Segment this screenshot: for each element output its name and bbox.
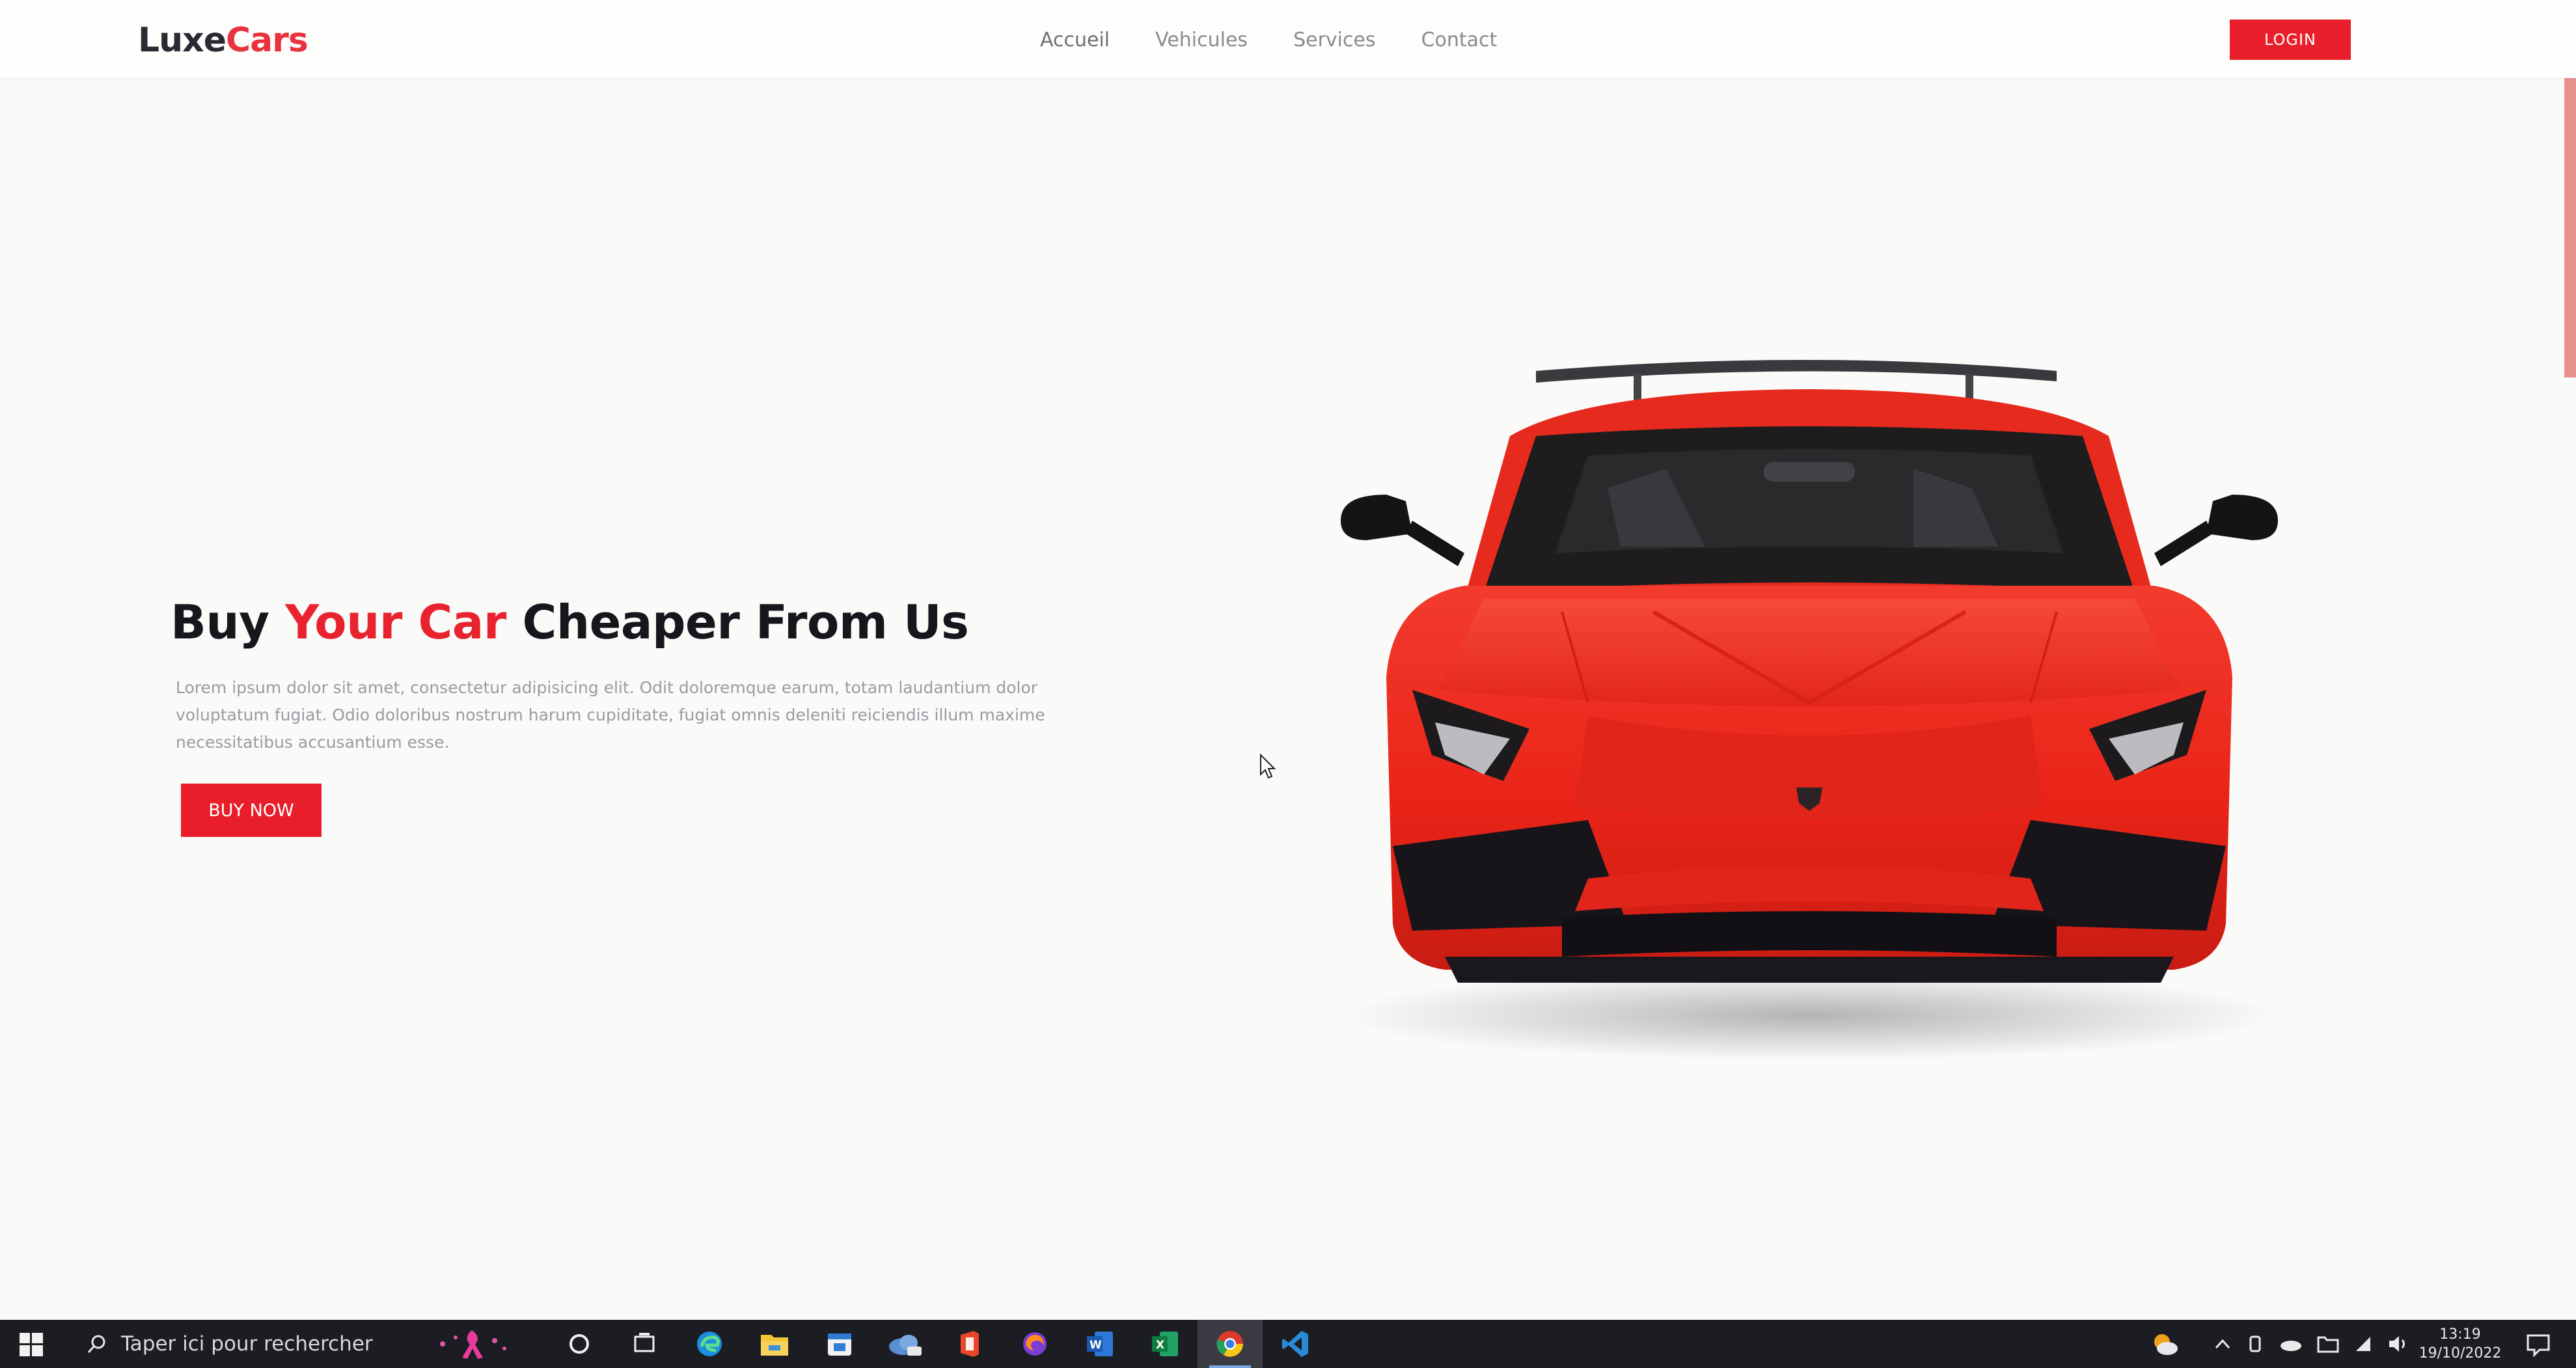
nav-link-accueil[interactable]: Accueil xyxy=(1040,29,1110,51)
hero-description: Lorem ipsum dolor sit amet, consectetur … xyxy=(176,678,1045,752)
hero-title-part1: Buy xyxy=(171,595,286,650)
login-button[interactable]: LOGIN xyxy=(2230,20,2351,60)
notification-icon[interactable] xyxy=(2525,1332,2551,1358)
hero-title-accent: Your Car xyxy=(285,595,506,650)
chrome-icon[interactable] xyxy=(1198,1320,1263,1368)
task-view-icon[interactable] xyxy=(612,1320,677,1368)
cortana-icon[interactable] xyxy=(547,1320,612,1368)
nav-link-services[interactable]: Services xyxy=(1293,29,1376,51)
clock-time: 13:19 xyxy=(2439,1326,2481,1343)
svg-text:X: X xyxy=(1156,1339,1164,1352)
onedrive-icon[interactable] xyxy=(2279,1336,2303,1352)
system-tray xyxy=(2148,1320,2424,1368)
edge-icon[interactable] xyxy=(677,1320,742,1368)
navbar: LuxeCars Accueil Vehicules Services Cont… xyxy=(0,0,2576,79)
weather-app-icon[interactable] xyxy=(872,1320,937,1368)
brand-logo[interactable]: LuxeCars xyxy=(138,21,308,60)
pink-ribbon-icon[interactable] xyxy=(430,1328,514,1360)
vscode-icon[interactable] xyxy=(1263,1320,1328,1368)
folder-tray-icon[interactable] xyxy=(2317,1335,2339,1353)
clock-date: 19/10/2022 xyxy=(2418,1345,2502,1361)
buy-now-button[interactable]: BUY NOW xyxy=(181,784,322,837)
scrollbar-edge[interactable] xyxy=(2564,78,2576,377)
brand-name-part1: Luxe xyxy=(138,21,226,60)
firefox-icon[interactable] xyxy=(1002,1320,1067,1368)
hero-title-part2: Cheaper From Us xyxy=(506,595,969,650)
network-icon[interactable] xyxy=(2353,1334,2373,1354)
nav-link-contact[interactable]: Contact xyxy=(1421,29,1498,51)
taskbar-apps: W X xyxy=(547,1320,1328,1368)
nav-link-vehicules[interactable]: Vehicules xyxy=(1155,29,1248,51)
office-icon[interactable] xyxy=(937,1320,1002,1368)
excel-icon[interactable]: X xyxy=(1132,1320,1198,1368)
taskbar-search-placeholder: Taper ici pour rechercher xyxy=(121,1332,373,1356)
file-explorer-icon[interactable] xyxy=(742,1320,807,1368)
weather-tray-icon[interactable] xyxy=(2148,1330,2180,1358)
mouse-cursor-icon xyxy=(1260,754,1276,779)
volume-icon[interactable] xyxy=(2387,1334,2409,1354)
svg-text:W: W xyxy=(1089,1339,1102,1352)
calendar-icon[interactable] xyxy=(807,1320,872,1368)
windows-start-icon[interactable] xyxy=(20,1333,43,1356)
taskbar-clock[interactable]: 13:19 19/10/2022 xyxy=(2408,1325,2512,1363)
search-icon xyxy=(87,1335,105,1353)
hero-title: Buy Your Car Cheaper From Us xyxy=(171,595,969,650)
chevron-up-icon[interactable] xyxy=(2214,1337,2231,1350)
hero-car-image xyxy=(1341,360,2278,1061)
windows-taskbar: Taper ici pour rechercher W X 13:19 19/1… xyxy=(0,1320,2576,1368)
nav-links: Accueil Vehicules Services Contact xyxy=(1040,29,1542,51)
brand-name-part2: Cars xyxy=(225,21,308,60)
word-icon[interactable]: W xyxy=(1067,1320,1132,1368)
usb-icon[interactable] xyxy=(2245,1334,2265,1354)
